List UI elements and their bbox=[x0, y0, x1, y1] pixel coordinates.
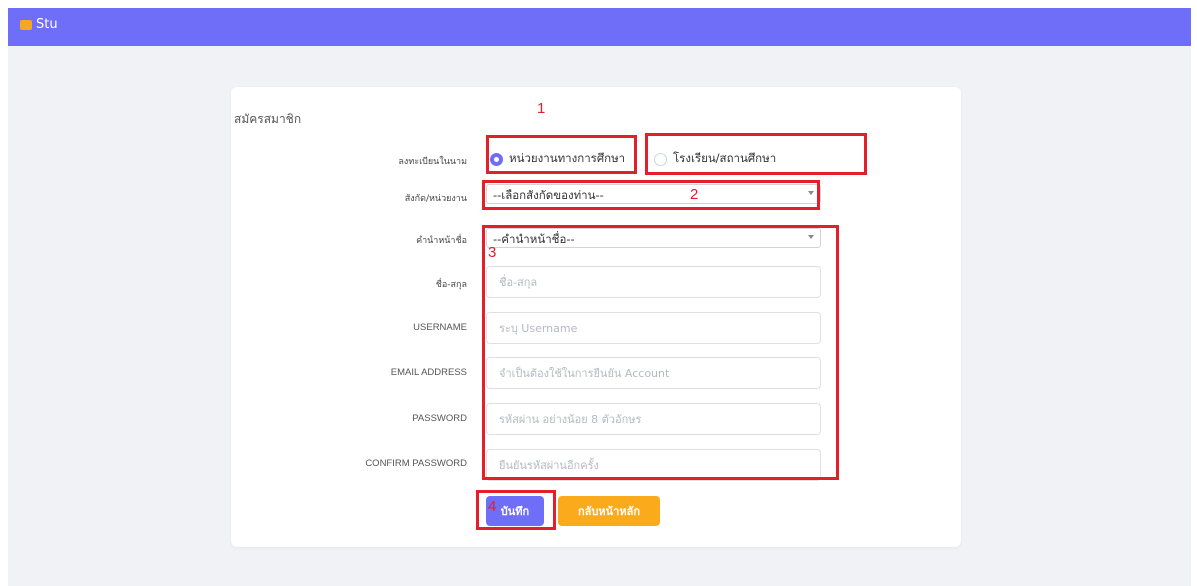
email-label: EMAIL ADDRESS bbox=[390, 367, 467, 378]
card-title: สมัครสมาชิก bbox=[234, 112, 302, 126]
affiliation-label: สังกัด/หน่วยงาน bbox=[404, 194, 467, 204]
username-label: USERNAME bbox=[413, 322, 467, 333]
brand-name: Stu bbox=[36, 17, 58, 32]
annotation-box-2 bbox=[482, 180, 820, 210]
annotation-number-4: 4 bbox=[488, 498, 497, 515]
register-as-label: ลงทะเบียนในนาม bbox=[398, 157, 467, 167]
annotation-number-3: 3 bbox=[488, 244, 497, 261]
annotation-number-2: 2 bbox=[690, 186, 699, 203]
annotation-number-1: 1 bbox=[537, 100, 546, 117]
school-icon bbox=[20, 19, 32, 30]
top-navbar: Stu bbox=[8, 8, 1191, 46]
annotation-box-3 bbox=[482, 225, 839, 480]
fullname-label: ชื่อ-สกุล bbox=[435, 280, 467, 290]
annotation-box-1 bbox=[486, 135, 637, 174]
confirm-password-label: CONFIRM PASSWORD bbox=[365, 458, 467, 469]
brand-link[interactable]: Stu bbox=[20, 17, 58, 32]
password-label: PASSWORD bbox=[412, 413, 467, 424]
prefix-label: คำนำหน้าชื่อ bbox=[416, 236, 467, 246]
annotation-box-1b bbox=[645, 133, 867, 175]
back-home-button[interactable]: กลับหน้าหลัก bbox=[558, 496, 660, 526]
